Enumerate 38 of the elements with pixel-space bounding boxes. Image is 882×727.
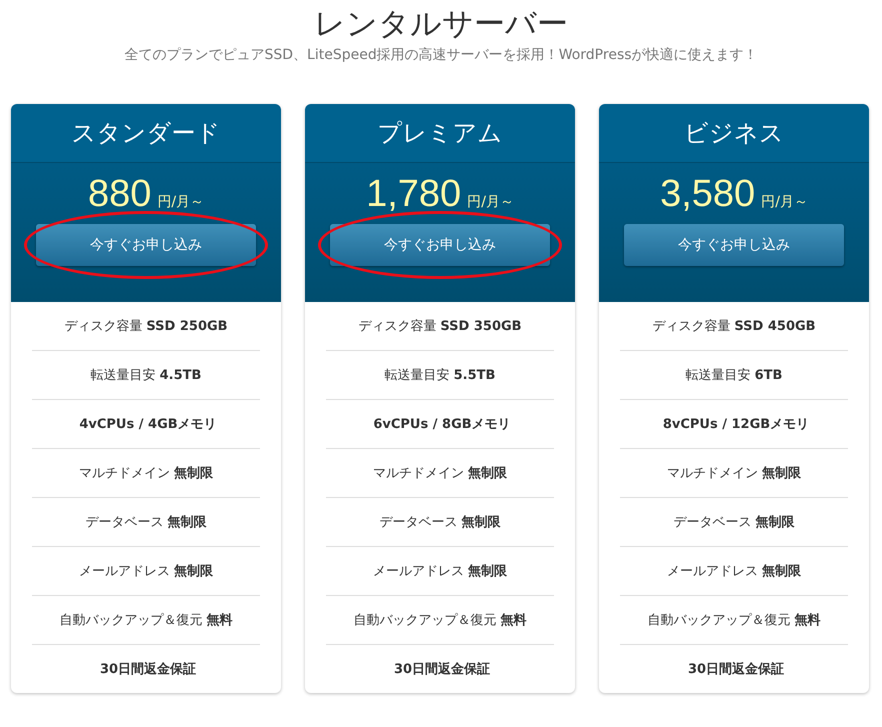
- feature-text: 転送量目安 5.5TB: [326, 351, 554, 400]
- feature-text: データベース 無制限: [32, 498, 260, 547]
- apply-button[interactable]: 今すぐお申し込み: [36, 224, 256, 266]
- feature-text: 自動バックアップ＆復元 無料: [326, 596, 554, 645]
- feature-text: マルチドメイン 無制限: [32, 449, 260, 498]
- feature-text: 30日間返金保証: [98, 660, 198, 679]
- feature-text: メールアドレス 無制限: [620, 547, 848, 596]
- feature-text: 6vCPUs / 8GBメモリ: [326, 400, 554, 449]
- feature-text: 自動バックアップ＆復元 無料: [32, 596, 260, 645]
- price: 1,780: [366, 173, 462, 216]
- feature-text: データベース 無制限: [620, 498, 848, 547]
- feature-text: ディスク容量 SSD 450GB: [620, 302, 848, 351]
- page-subtitle: 全てのプランでピュアSSD、LiteSpeed採用の高速サーバーを採用！WordPressが快適に使えます！: [124, 46, 758, 64]
- plan-name: ビジネス: [684, 118, 784, 149]
- feature-text: 自動バックアップ＆復元 無料: [620, 596, 848, 645]
- feature-text: 30日間返金保証: [686, 660, 786, 679]
- feature-text: 30日間返金保証: [392, 660, 492, 679]
- feature-text: 転送量目安 4.5TB: [32, 351, 260, 400]
- price-unit: 円/月～: [157, 193, 204, 211]
- apply-button[interactable]: 今すぐお申し込み: [624, 224, 844, 266]
- feature-text: ディスク容量 SSD 350GB: [326, 302, 554, 351]
- feature-text: 8vCPUs / 12GBメモリ: [620, 400, 848, 449]
- feature-text: マルチドメイン 無制限: [326, 449, 554, 498]
- feature-text: メールアドレス 無制限: [32, 547, 260, 596]
- price-unit: 円/月～: [761, 193, 808, 211]
- page-title: レンタルサーバー: [314, 6, 568, 42]
- plan-name: プレミアム: [378, 118, 502, 149]
- plan-name: スタンダード: [72, 118, 220, 149]
- price-unit: 円/月～: [467, 193, 514, 211]
- feature-text: 転送量目安 6TB: [620, 351, 848, 400]
- price: 880: [88, 173, 152, 216]
- feature-text: 4vCPUs / 4GBメモリ: [32, 400, 260, 449]
- apply-button[interactable]: 今すぐお申し込み: [330, 224, 550, 266]
- feature-text: メールアドレス 無制限: [326, 547, 554, 596]
- feature-text: ディスク容量 SSD 250GB: [32, 302, 260, 351]
- price: 3,580: [660, 173, 756, 216]
- feature-text: マルチドメイン 無制限: [620, 449, 848, 498]
- feature-text: データベース 無制限: [326, 498, 554, 547]
